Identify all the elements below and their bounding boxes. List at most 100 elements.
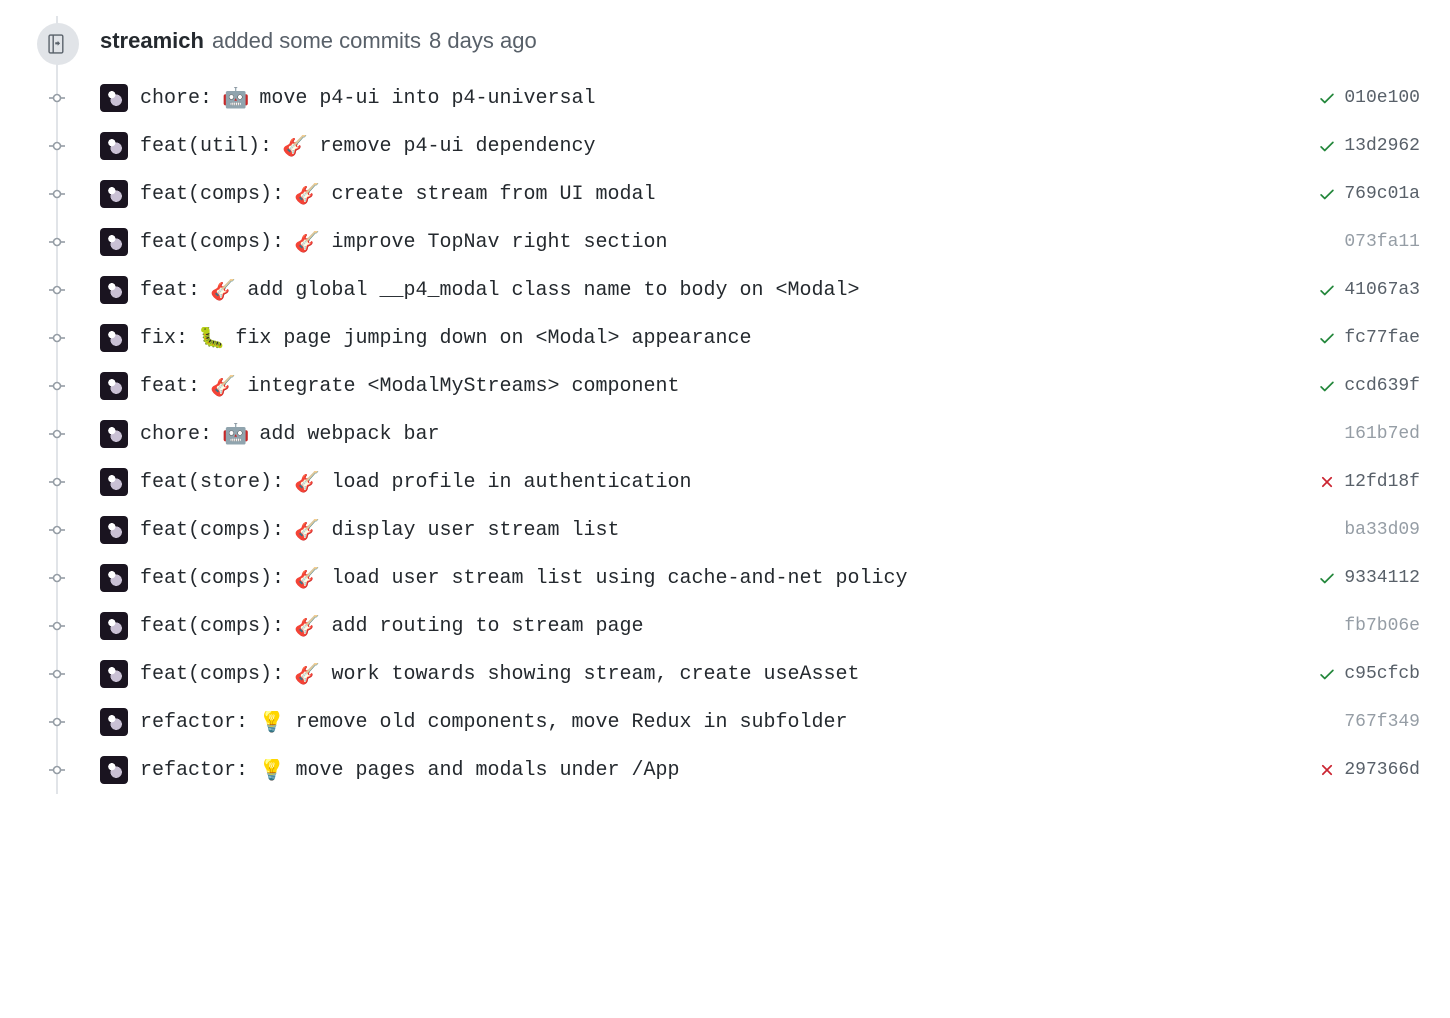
commit-emoji-icon: 🎸: [206, 279, 241, 301]
commit-meta: 073fa11: [1344, 232, 1420, 252]
commit-sha-link[interactable]: 767f349: [1344, 712, 1420, 732]
commit-row: feat(util): 🎸 remove p4-ui dependency 13…: [88, 122, 1420, 170]
commit-message-link[interactable]: feat(comps): 🎸 improve TopNav right sect…: [140, 231, 1328, 254]
commit-sha-link[interactable]: 297366d: [1344, 760, 1420, 780]
commit-prefix: chore:: [140, 423, 212, 446]
avatar[interactable]: [100, 564, 128, 592]
commit-message-link[interactable]: feat(comps): 🎸 add routing to stream pag…: [140, 615, 1328, 638]
commit-message-link[interactable]: feat(util): 🎸 remove p4-ui dependency: [140, 135, 1302, 158]
commit-message-link[interactable]: fix: 🐛 fix page jumping down on <Modal> …: [140, 327, 1302, 350]
commit-message-link[interactable]: feat(comps): 🎸 work towards showing stre…: [140, 663, 1302, 686]
avatar[interactable]: [100, 468, 128, 496]
commit-sha-link[interactable]: c95cfcb: [1344, 664, 1420, 684]
commit-dot-icon: [49, 330, 65, 346]
status-success-icon[interactable]: [1318, 377, 1336, 395]
commit-message-link[interactable]: feat(store): 🎸 load profile in authentic…: [140, 471, 1302, 494]
commit-prefix: feat(util):: [140, 135, 272, 158]
commit-dot-icon: [49, 618, 65, 634]
commit-sha-link[interactable]: 073fa11: [1344, 232, 1420, 252]
commit-prefix: feat(comps):: [140, 519, 284, 542]
avatar[interactable]: [100, 276, 128, 304]
status-success-icon[interactable]: [1318, 665, 1336, 683]
commit-message: add routing to stream page: [331, 615, 643, 638]
commit-message-link[interactable]: feat(comps): 🎸 display user stream list: [140, 519, 1328, 542]
commit-sha-link[interactable]: 12fd18f: [1344, 472, 1420, 492]
commit-dot-icon: [49, 522, 65, 538]
commit-message-link[interactable]: feat(comps): 🎸 load user stream list usi…: [140, 567, 1302, 590]
commit-dot-icon: [49, 138, 65, 154]
check-icon: [1318, 569, 1336, 587]
commit-dot-icon: [49, 90, 65, 106]
commit-emoji-icon: 🎸: [290, 183, 325, 205]
commit-message-link[interactable]: feat(comps): 🎸 create stream from UI mod…: [140, 183, 1302, 206]
commit-emoji-icon: 🎸: [290, 663, 325, 685]
avatar[interactable]: [100, 324, 128, 352]
commit-sha-link[interactable]: 769c01a: [1344, 184, 1420, 204]
commit-sha-link[interactable]: 13d2962: [1344, 136, 1420, 156]
commit-emoji-icon: 🤖: [218, 87, 253, 109]
header-action: added some commits: [212, 28, 421, 54]
avatar[interactable]: [100, 84, 128, 112]
status-failure-icon[interactable]: [1318, 761, 1336, 779]
commit-message-link[interactable]: chore: 🤖 move p4-ui into p4-universal: [140, 87, 1302, 110]
status-success-icon[interactable]: [1318, 281, 1336, 299]
commit-message: load user stream list using cache-and-ne…: [331, 567, 907, 590]
avatar[interactable]: [100, 660, 128, 688]
commit-sha-link[interactable]: 010e100: [1344, 88, 1420, 108]
commit-emoji-icon: 🎸: [278, 135, 313, 157]
commit-meta: ba33d09: [1344, 520, 1420, 540]
header-time[interactable]: 8 days ago: [429, 28, 537, 54]
commit-message: remove p4-ui dependency: [319, 135, 595, 158]
commit-sha-link[interactable]: fb7b06e: [1344, 616, 1420, 636]
commit-emoji-icon: 🎸: [290, 615, 325, 637]
status-success-icon[interactable]: [1318, 329, 1336, 347]
commit-emoji-icon: 💡: [254, 759, 289, 781]
commit-meta: 161b7ed: [1344, 424, 1420, 444]
commit-sha-link[interactable]: fc77fae: [1344, 328, 1420, 348]
commit-dot-icon: [49, 570, 65, 586]
commit-message: create stream from UI modal: [331, 183, 655, 206]
commit-message-link[interactable]: chore: 🤖 add webpack bar: [140, 423, 1328, 446]
commit-emoji-icon: 🎸: [290, 567, 325, 589]
commit-sha-link[interactable]: ba33d09: [1344, 520, 1420, 540]
status-success-icon[interactable]: [1318, 137, 1336, 155]
author-link[interactable]: streamich: [100, 28, 204, 54]
timeline-header: streamich added some commits 8 days ago: [88, 16, 1420, 74]
status-failure-icon[interactable]: [1318, 473, 1336, 491]
commit-message-link[interactable]: refactor: 💡 move pages and modals under …: [140, 759, 1302, 782]
avatar[interactable]: [100, 756, 128, 784]
avatar[interactable]: [100, 516, 128, 544]
commit-row: feat(comps): 🎸 improve TopNav right sect…: [88, 218, 1420, 266]
commit-prefix: chore:: [140, 87, 212, 110]
avatar[interactable]: [100, 228, 128, 256]
commit-meta: 41067a3: [1318, 280, 1420, 300]
commit-meta: 9334112: [1318, 568, 1420, 588]
commit-row: feat: 🎸 integrate <ModalMyStreams> compo…: [88, 362, 1420, 410]
commit-message: integrate <ModalMyStreams> component: [247, 375, 679, 398]
commit-meta: 769c01a: [1318, 184, 1420, 204]
avatar[interactable]: [100, 180, 128, 208]
avatar[interactable]: [100, 708, 128, 736]
commit-message-link[interactable]: feat: 🎸 add global __p4_modal class name…: [140, 279, 1302, 302]
avatar[interactable]: [100, 420, 128, 448]
avatar[interactable]: [100, 132, 128, 160]
commit-sha-link[interactable]: 161b7ed: [1344, 424, 1420, 444]
status-success-icon[interactable]: [1318, 569, 1336, 587]
commit-message-link[interactable]: feat: 🎸 integrate <ModalMyStreams> compo…: [140, 375, 1302, 398]
commit-sha-link[interactable]: 41067a3: [1344, 280, 1420, 300]
avatar[interactable]: [100, 372, 128, 400]
commit-emoji-icon: 🎸: [206, 375, 241, 397]
avatar[interactable]: [100, 612, 128, 640]
commit-message-link[interactable]: refactor: 💡 remove old components, move …: [140, 711, 1328, 734]
commit-emoji-icon: 🐛: [194, 327, 229, 349]
commit-prefix: feat(store):: [140, 471, 284, 494]
commit-sha-link[interactable]: ccd639f: [1344, 376, 1420, 396]
commit-meta: ccd639f: [1318, 376, 1420, 396]
commit-sha-link[interactable]: 9334112: [1344, 568, 1420, 588]
commit-message: add webpack bar: [259, 423, 439, 446]
commit-row: feat: 🎸 add global __p4_modal class name…: [88, 266, 1420, 314]
status-success-icon[interactable]: [1318, 185, 1336, 203]
status-success-icon[interactable]: [1318, 89, 1336, 107]
commit-prefix: feat(comps):: [140, 567, 284, 590]
repo-push-icon: [37, 23, 79, 65]
